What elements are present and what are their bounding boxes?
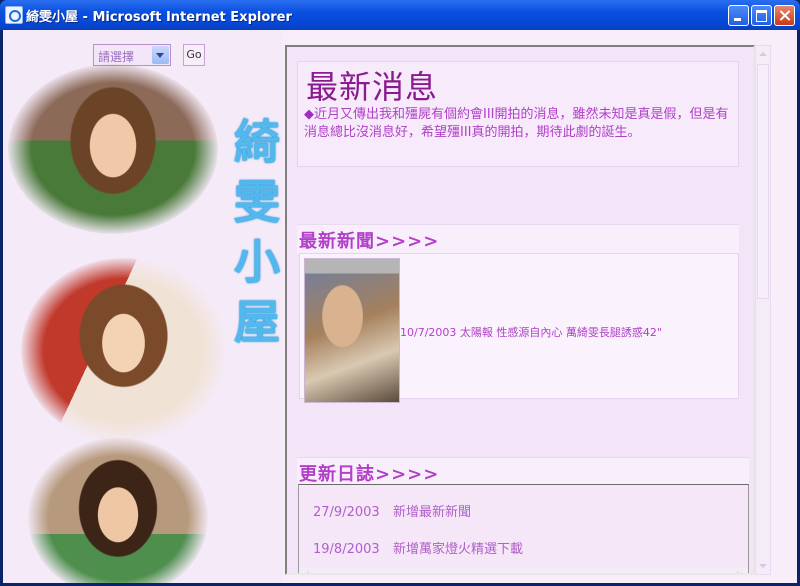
latest-news-heading: 最新消息	[306, 68, 439, 106]
update-date: 19/8/2003	[313, 542, 380, 557]
scroll-down-icon[interactable]	[757, 559, 769, 573]
window-title: 綺雯小屋 - Microsoft Internet Explorer	[26, 10, 292, 25]
latest-news-panel: 最新消息 ◆近月又傳出我和殭屍有個約會III開拍的消息，雖然未知是真是假，但是有…	[297, 61, 739, 167]
update-date: 27/9/2003	[313, 505, 380, 520]
left-frame: 請選擇 Go 綺 雯 小 屋	[3, 30, 283, 583]
latest-news-body: ◆近月又傳出我和殭屍有個約會III開拍的消息，雖然未知是真是假，但是有消息總比沒…	[304, 106, 734, 142]
browser-content: 請選擇 Go 綺 雯 小 屋 最新消息 ◆近月又傳出我和殭屍有個約會III開拍的…	[3, 30, 797, 583]
news-panel: 10/7/2003 太陽報 性感源自內心 萬綺雯長腿誘惑42"	[299, 253, 739, 403]
portrait-photo-3	[28, 438, 208, 583]
portrait-photo-1	[8, 64, 218, 234]
latest-news-text: 近月又傳出我和殭屍有個約會III開拍的消息，雖然未知是真是假，但是有消息總比沒消…	[304, 107, 729, 140]
update-text: 新增最新新聞	[393, 505, 472, 520]
site-title-char: 屋	[234, 295, 280, 349]
nav-select-value: 請選擇	[98, 50, 135, 64]
scroll-right-icon[interactable]	[733, 569, 746, 573]
scrollbar-thumb[interactable]	[757, 64, 769, 299]
news-heading: 最新新聞>>>>	[299, 231, 440, 252]
nav-select[interactable]: 請選擇	[93, 44, 171, 66]
scroll-left-icon[interactable]	[301, 569, 314, 573]
updates-panel: 27/9/2003 新增最新新聞 19/8/2003 新增萬家燈火精選下載	[298, 484, 749, 573]
updates-heading: 更新日誌>>>>	[299, 464, 440, 485]
updates-horizontal-scrollbar[interactable]	[299, 568, 748, 573]
bullet-icon: ◆	[304, 107, 314, 122]
portrait-photo-2	[21, 258, 226, 443]
close-button[interactable]	[774, 5, 795, 26]
go-button[interactable]: Go	[183, 44, 205, 66]
main-vertical-scrollbar[interactable]	[755, 45, 771, 575]
ie-icon	[5, 6, 23, 24]
maximize-button[interactable]	[751, 5, 772, 26]
main-frame: 最新消息 ◆近月又傳出我和殭屍有個約會III開拍的消息，雖然未知是真是假，但是有…	[285, 45, 755, 575]
site-title-char: 綺	[234, 115, 280, 169]
update-entry: 19/8/2003 新增萬家燈火精選下載	[313, 538, 523, 557]
newspaper-clipping-image[interactable]	[304, 258, 400, 403]
update-entry: 27/9/2003 新增最新新聞	[313, 501, 471, 520]
minimize-button[interactable]	[728, 5, 749, 26]
site-title-char: 雯	[234, 175, 280, 229]
site-title-char: 小	[234, 235, 280, 289]
site-title: 綺 雯 小 屋	[225, 112, 289, 352]
news-item-link[interactable]: 10/7/2003 太陽報 性感源自內心 萬綺雯長腿誘惑42"	[400, 324, 662, 340]
chevron-down-icon[interactable]	[152, 46, 169, 64]
scroll-up-icon[interactable]	[757, 47, 769, 61]
update-text: 新增萬家燈火精選下載	[393, 542, 524, 557]
title-bar: 綺雯小屋 - Microsoft Internet Explorer	[0, 0, 800, 30]
